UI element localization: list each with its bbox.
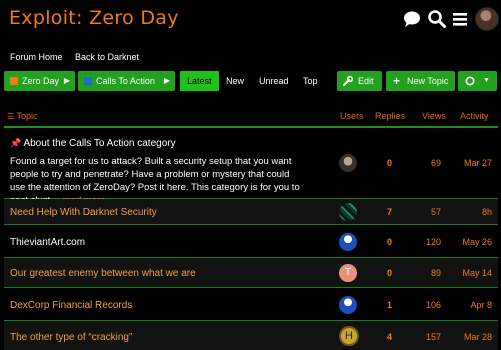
topic-row[interactable]: Need Help With Darknet Security 7 57 8h <box>4 199 498 225</box>
reply-count: 0 <box>387 268 393 278</box>
last-activity[interactable]: Mar 28 <box>432 332 492 342</box>
edit-label: Edit <box>358 76 374 86</box>
topic-title[interactable]: Our greatest enemy between what we are <box>10 268 196 279</box>
avatar[interactable]: H <box>339 326 359 346</box>
last-activity[interactable]: Mar 27 <box>432 158 492 168</box>
category-dropdown[interactable]: Zero Day ▶ <box>4 71 75 91</box>
site-header: Exploit: Zero Day <box>0 0 501 40</box>
avatar[interactable] <box>339 203 357 221</box>
tab-new[interactable]: New <box>219 71 251 91</box>
column-activity[interactable]: Activity <box>460 111 489 121</box>
list-icon: ☰ <box>7 112 15 121</box>
topic-row[interactable]: DexCorp Financial Records 1 106 Apr 8 <box>4 288 498 321</box>
forum-home-link[interactable]: Forum Home <box>10 52 63 62</box>
column-views[interactable]: Views <box>422 111 446 121</box>
edit-button[interactable]: Edit <box>337 71 382 91</box>
chat-icon[interactable] <box>402 9 422 29</box>
new-topic-button[interactable]: + New Topic <box>386 71 455 91</box>
search-icon[interactable] <box>427 9 447 29</box>
reply-count: 4 <box>387 332 393 342</box>
pinned-topic-row[interactable]: 📌 About the Calls To Action category Fou… <box>4 128 498 206</box>
last-activity[interactable]: 8h <box>432 207 492 217</box>
last-activity[interactable]: Apr 8 <box>432 300 492 310</box>
pin-icon: 📌 <box>10 138 22 148</box>
avatar[interactable]: T <box>339 264 357 282</box>
subcategory-color-swatch <box>84 77 92 85</box>
topic-title[interactable]: Need Help With Darknet Security <box>10 207 157 218</box>
subcategory-dropdown[interactable]: Calls To Action ▶ <box>78 71 175 91</box>
reply-count: 1 <box>387 300 393 310</box>
column-topic-label: Topic <box>16 111 38 121</box>
avatar[interactable] <box>339 233 357 251</box>
avatar[interactable] <box>339 296 357 314</box>
caret-down-icon: ▼ <box>483 77 490 84</box>
column-users: Users <box>340 111 364 121</box>
back-to-darknet-link[interactable]: Back to Darknet <box>75 52 139 62</box>
plus-icon: + <box>393 74 401 88</box>
caret-right-icon: ▶ <box>63 76 70 85</box>
topic-title[interactable]: DexCorp Financial Records <box>10 300 132 311</box>
last-activity[interactable]: May 14 <box>432 268 492 278</box>
reply-count: 0 <box>387 237 393 247</box>
tab-unread[interactable]: Unread <box>252 71 296 91</box>
new-topic-label: New Topic <box>407 76 449 86</box>
notification-level-dropdown[interactable]: ▼ <box>458 71 497 91</box>
last-activity[interactable]: May 26 <box>432 237 492 247</box>
topic-title[interactable]: ThieviantArt.com <box>10 237 85 248</box>
site-title[interactable]: Exploit: Zero Day <box>9 7 179 29</box>
reply-count: 0 <box>387 158 393 168</box>
circle-icon <box>465 76 475 86</box>
topic-row[interactable]: ThieviantArt.com 0 120 May 26 <box>4 225 498 258</box>
wrench-icon <box>343 76 353 86</box>
topic-title[interactable]: The other type of “cracking” <box>10 332 132 343</box>
column-replies[interactable]: Replies <box>375 111 405 121</box>
column-topic[interactable]: ☰ Topic <box>7 111 38 121</box>
reply-count: 7 <box>387 207 393 217</box>
menu-icon[interactable] <box>451 9 471 29</box>
topic-row[interactable]: The other type of “cracking” H 4 157 Mar… <box>4 321 498 350</box>
category-label: Zero Day <box>22 76 60 86</box>
category-color-swatch <box>10 77 18 85</box>
tab-top[interactable]: Top <box>296 71 325 91</box>
pinned-title-text: About the Calls To Action category <box>23 138 176 149</box>
pinned-topic-title[interactable]: 📌 About the Calls To Action category <box>10 138 176 149</box>
avatar[interactable] <box>339 154 357 172</box>
tab-latest[interactable]: Latest <box>180 71 219 91</box>
caret-right-icon: ▶ <box>163 76 170 85</box>
subcategory-label: Calls To Action <box>96 76 155 86</box>
current-user-avatar[interactable] <box>475 7 499 31</box>
topic-row[interactable]: Our greatest enemy between what we are T… <box>4 258 498 288</box>
